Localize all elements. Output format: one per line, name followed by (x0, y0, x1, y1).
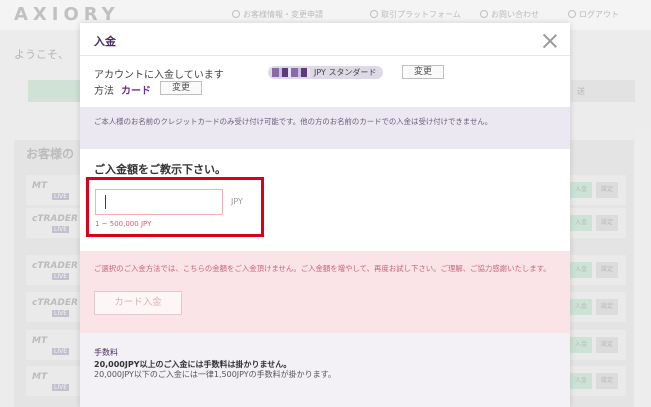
modal-title: 入金 (94, 35, 116, 48)
error-message-box: ご選択のご入金方法では、こちらの金額をご入金頂けません。ご入金額を増やして、再度… (80, 251, 570, 333)
redacted-account-number (272, 68, 310, 77)
error-message-text: ご選択のご入金方法では、こちらの金額をご入金頂けません。ご入金額を増やして、再度… (94, 264, 551, 273)
card-notice-text: ご本人様のお名前のクレジットカードのみ受け付け可能です。他の方のお名前のカードで… (94, 117, 493, 126)
close-icon[interactable] (542, 33, 558, 49)
amount-input[interactable] (95, 189, 223, 215)
card-notice: ご本人様のお名前のクレジットカードのみ受け付け可能です。他の方のお名前のカードで… (80, 107, 570, 149)
change-account-button[interactable]: 変更 (402, 65, 444, 79)
fee-info: 手数料 20,000JPY以上のご入金には手数料は掛かりません。 20,000J… (80, 333, 570, 407)
method-value: カード (121, 86, 151, 97)
account-badge: JPY スタンダード (268, 66, 384, 79)
account-label: アカウントに入金しています (94, 70, 224, 81)
fee-title: 手数料 (94, 348, 118, 357)
deposit-modal: 入金 アカウントに入金しています JPY スタンダード 変更 方法 カード 変更… (80, 23, 570, 407)
currency-label: JPY (231, 197, 243, 206)
amount-range: 1 ~ 500,000 JPY (95, 220, 152, 228)
card-deposit-button[interactable]: カード入金 (94, 291, 182, 315)
change-method-button[interactable]: 変更 (160, 81, 202, 95)
account-type: JPY スタンダード (314, 68, 377, 77)
text-cursor (105, 195, 106, 209)
method-label: 方法 (94, 86, 114, 97)
amount-title: ご入金額をご教示下さい。 (94, 163, 226, 176)
divider (80, 55, 570, 56)
fee-line-2: 20,000JPY以下のご入金には一律1,500JPYの手数料が掛かります。 (94, 370, 336, 379)
